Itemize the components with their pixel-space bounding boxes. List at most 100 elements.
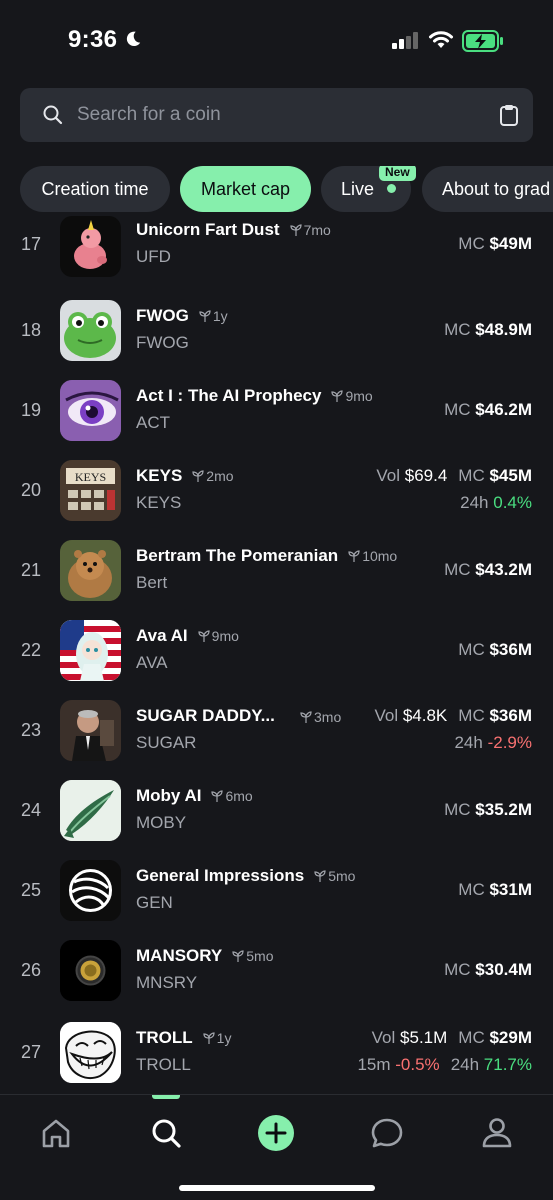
coin-ticker: TROLL	[136, 1055, 191, 1074]
coin-avatar	[60, 860, 121, 921]
coin-row[interactable]: 17 Unicorn Fart Dust 7mo UFD MC $49M	[0, 214, 553, 288]
coin-name: FWOG	[136, 306, 189, 325]
coin-age: 5mo	[232, 948, 274, 964]
sprout-icon	[314, 870, 326, 882]
sprout-icon	[192, 470, 204, 482]
coin-avatar	[60, 300, 121, 361]
filter-chip-live[interactable]: Live New	[321, 166, 416, 212]
coin-name: TROLL	[136, 1028, 193, 1047]
coin-name: KEYS	[136, 466, 183, 485]
coin-name-line: Unicorn Fart Dust 7mo	[136, 220, 331, 240]
paste-clipboard-icon[interactable]	[499, 104, 519, 126]
live-dot-icon	[387, 184, 396, 193]
coin-avatar	[60, 540, 121, 601]
chat-icon[interactable]	[367, 1113, 407, 1153]
filter-chip-label: Live	[341, 179, 375, 199]
coin-avatar: KEYS	[60, 460, 121, 521]
wifi-icon	[429, 31, 453, 48]
search-input[interactable]	[76, 88, 476, 142]
coin-age: 9mo	[331, 388, 373, 404]
coin-avatar	[60, 780, 121, 841]
coin-name: MANSORY	[136, 946, 223, 965]
coin-rank: 19	[20, 400, 42, 420]
coin-name: Ava AI	[136, 626, 188, 645]
sprout-icon	[289, 224, 302, 236]
coin-name-line: Bertram The Pomeranian 10mo	[136, 546, 397, 566]
moon-icon	[126, 31, 141, 47]
coin-avatar	[60, 1022, 121, 1083]
coin-stats-line-2: 24h 0.4%	[460, 493, 532, 512]
search-icon[interactable]	[146, 1113, 186, 1153]
coin-rank: 26	[20, 960, 42, 980]
home-icon[interactable]	[36, 1113, 76, 1153]
filter-chip-label: Market cap	[200, 179, 291, 199]
sprout-icon	[300, 711, 312, 723]
coin-rank: 18	[20, 320, 42, 340]
filter-chip-market-cap[interactable]: Market cap	[180, 166, 311, 212]
coin-market-cap: MC $48.9M	[444, 320, 532, 339]
svg-text:KEYS: KEYS	[75, 470, 106, 484]
coin-rank: 27	[20, 1042, 42, 1062]
coin-ticker: MOBY	[136, 813, 187, 832]
status-bar: 9:36	[0, 0, 553, 80]
profile-icon[interactable]	[477, 1113, 517, 1153]
coin-name-line: SUGAR DADDY...	[136, 706, 275, 726]
sprout-icon	[211, 790, 224, 802]
coin-stats-line-1: Vol $4.8K MC $36M	[374, 706, 532, 725]
coin-name: SUGAR DADDY...	[136, 706, 275, 725]
coin-row[interactable]: 25 General Impressions 5mo GEN MC $31M	[0, 848, 553, 928]
coin-market-cap: MC $30.4M	[444, 960, 532, 979]
active-tab-indicator	[152, 1095, 180, 1099]
coin-stats-line-1: Vol $69.4 MC $45M	[376, 466, 532, 485]
sprout-icon	[198, 630, 210, 642]
coin-age: 6mo	[211, 788, 253, 804]
coin-list: 17 Unicorn Fart Dust 7mo UFD MC $49M 18	[0, 214, 553, 1094]
coin-avatar	[60, 620, 121, 681]
coin-row[interactable]: 22 Ava AI 9mo AVA MC $36M	[0, 608, 553, 688]
coin-row[interactable]: 24 Moby AI 6mo MOBY MC $35.2M	[0, 768, 553, 848]
coin-ticker: ACT	[136, 413, 170, 432]
coin-name-line: Act I : The AI Prophecy 9mo	[136, 386, 373, 406]
sprout-icon	[199, 310, 211, 322]
coin-row[interactable]: 23 SUGAR DADDY... 3mo SUGAR Vol $4.8K MC …	[0, 688, 553, 768]
coin-name-line: Moby AI 6mo	[136, 786, 253, 806]
coin-name: Act I : The AI Prophecy	[136, 386, 322, 405]
coin-ticker: Bert	[136, 573, 168, 592]
filter-chip-label: Creation time	[41, 179, 149, 199]
coin-row[interactable]: 19 Act I : The AI Prophecy 9mo ACT MC $46…	[0, 368, 553, 448]
coin-ticker: KEYS	[136, 493, 182, 512]
coin-row[interactable]: 21 Bertram The Pomeranian 10mo Bert MC $4…	[0, 528, 553, 608]
coin-ticker: FWOG	[136, 333, 189, 352]
coin-age: 9mo	[198, 628, 239, 644]
sprout-icon	[331, 390, 344, 402]
home-indicator	[179, 1185, 375, 1191]
coin-name-line: FWOG 1y	[136, 306, 228, 326]
sort-filter-row: Creation time Market cap Live New About …	[20, 166, 553, 212]
search-icon	[43, 105, 63, 125]
coin-stats-line-2: 24h -2.9%	[454, 733, 532, 752]
coin-market-cap: MC $35.2M	[444, 800, 532, 819]
plus-icon[interactable]	[256, 1113, 296, 1153]
signal-icon	[392, 32, 418, 49]
search-bar[interactable]	[20, 88, 533, 142]
filter-chip-about-to-graduate[interactable]: About to grad	[422, 166, 553, 212]
coin-name: Bertram The Pomeranian	[136, 546, 339, 565]
filter-chip-creation-time[interactable]: Creation time	[20, 166, 170, 212]
coin-age: 2mo	[192, 468, 234, 484]
coin-row[interactable]: 20 KEYS KEYS 2mo KEYS Vol $69.4 MC $45M 24…	[0, 448, 553, 528]
coin-stats-line-2: 15m -0.5% 24h 71.7%	[357, 1055, 532, 1074]
coin-ticker: MNSRY	[136, 973, 198, 992]
coin-rank: 23	[20, 720, 42, 740]
coin-row[interactable]: 18 FWOG 1y FWOG MC $48.9M	[0, 288, 553, 368]
coin-name: General Impressions	[136, 866, 305, 885]
coin-row[interactable]: 26 MANSORY 5mo MNSRY MC $30.4M	[0, 928, 553, 1008]
coin-market-cap: MC $31M	[458, 880, 532, 899]
coin-age: 1y	[203, 1030, 231, 1046]
coin-rank: 22	[20, 640, 42, 660]
coin-row[interactable]: 27 TROLL 1y TROLL Vol $5.1M MC $29M 15m -0…	[0, 1008, 553, 1088]
sprout-icon	[203, 1032, 215, 1044]
coin-stats-line-1: Vol $5.1M MC $29M	[371, 1028, 532, 1047]
coin-rank: 25	[20, 880, 42, 900]
coin-name-line: Ava AI 9mo	[136, 626, 239, 646]
coin-rank: 20	[20, 480, 42, 500]
